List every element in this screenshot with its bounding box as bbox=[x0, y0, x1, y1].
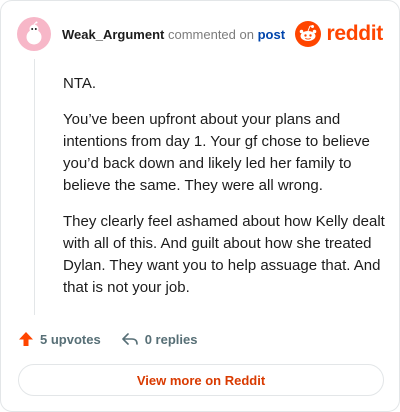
reddit-logo-icon bbox=[295, 21, 322, 47]
view-more-button[interactable]: View more on Reddit bbox=[18, 364, 384, 396]
comment-paragraph: They clearly feel ashamed about how Kell… bbox=[63, 213, 385, 296]
author-name[interactable]: Weak_Argument bbox=[62, 27, 164, 42]
reply-icon bbox=[121, 333, 138, 345]
reply-button[interactable]: 0 replies bbox=[121, 331, 198, 347]
action-text: commented on bbox=[167, 26, 254, 42]
post-link[interactable]: post bbox=[258, 27, 285, 42]
reddit-wordmark: reddit bbox=[326, 22, 383, 45]
comment-paragraph: NTA. bbox=[63, 75, 97, 92]
comment-actions: 5 upvotes 0 replies bbox=[18, 331, 197, 347]
upvote-button[interactable]: 5 upvotes bbox=[18, 331, 101, 347]
comment-card: Weak_Argument commented on post reddit N… bbox=[0, 0, 400, 412]
reply-count: 0 replies bbox=[144, 331, 198, 347]
user-avatar[interactable] bbox=[17, 17, 51, 51]
comment-paragraph: You’ve been upfront about your plans and… bbox=[63, 111, 370, 194]
comment-header: Weak_Argument commented on post reddit bbox=[17, 17, 383, 51]
upvote-count: 5 upvotes bbox=[40, 331, 101, 347]
snoo-avatar-icon bbox=[26, 21, 42, 45]
comment-body: NTA. You’ve been upfront about your plan… bbox=[63, 73, 385, 313]
comment-meta: Weak_Argument commented on post bbox=[62, 27, 285, 42]
reddit-brand[interactable]: reddit bbox=[295, 21, 383, 47]
thread-line bbox=[34, 59, 35, 315]
upvote-arrow-icon bbox=[19, 332, 33, 346]
